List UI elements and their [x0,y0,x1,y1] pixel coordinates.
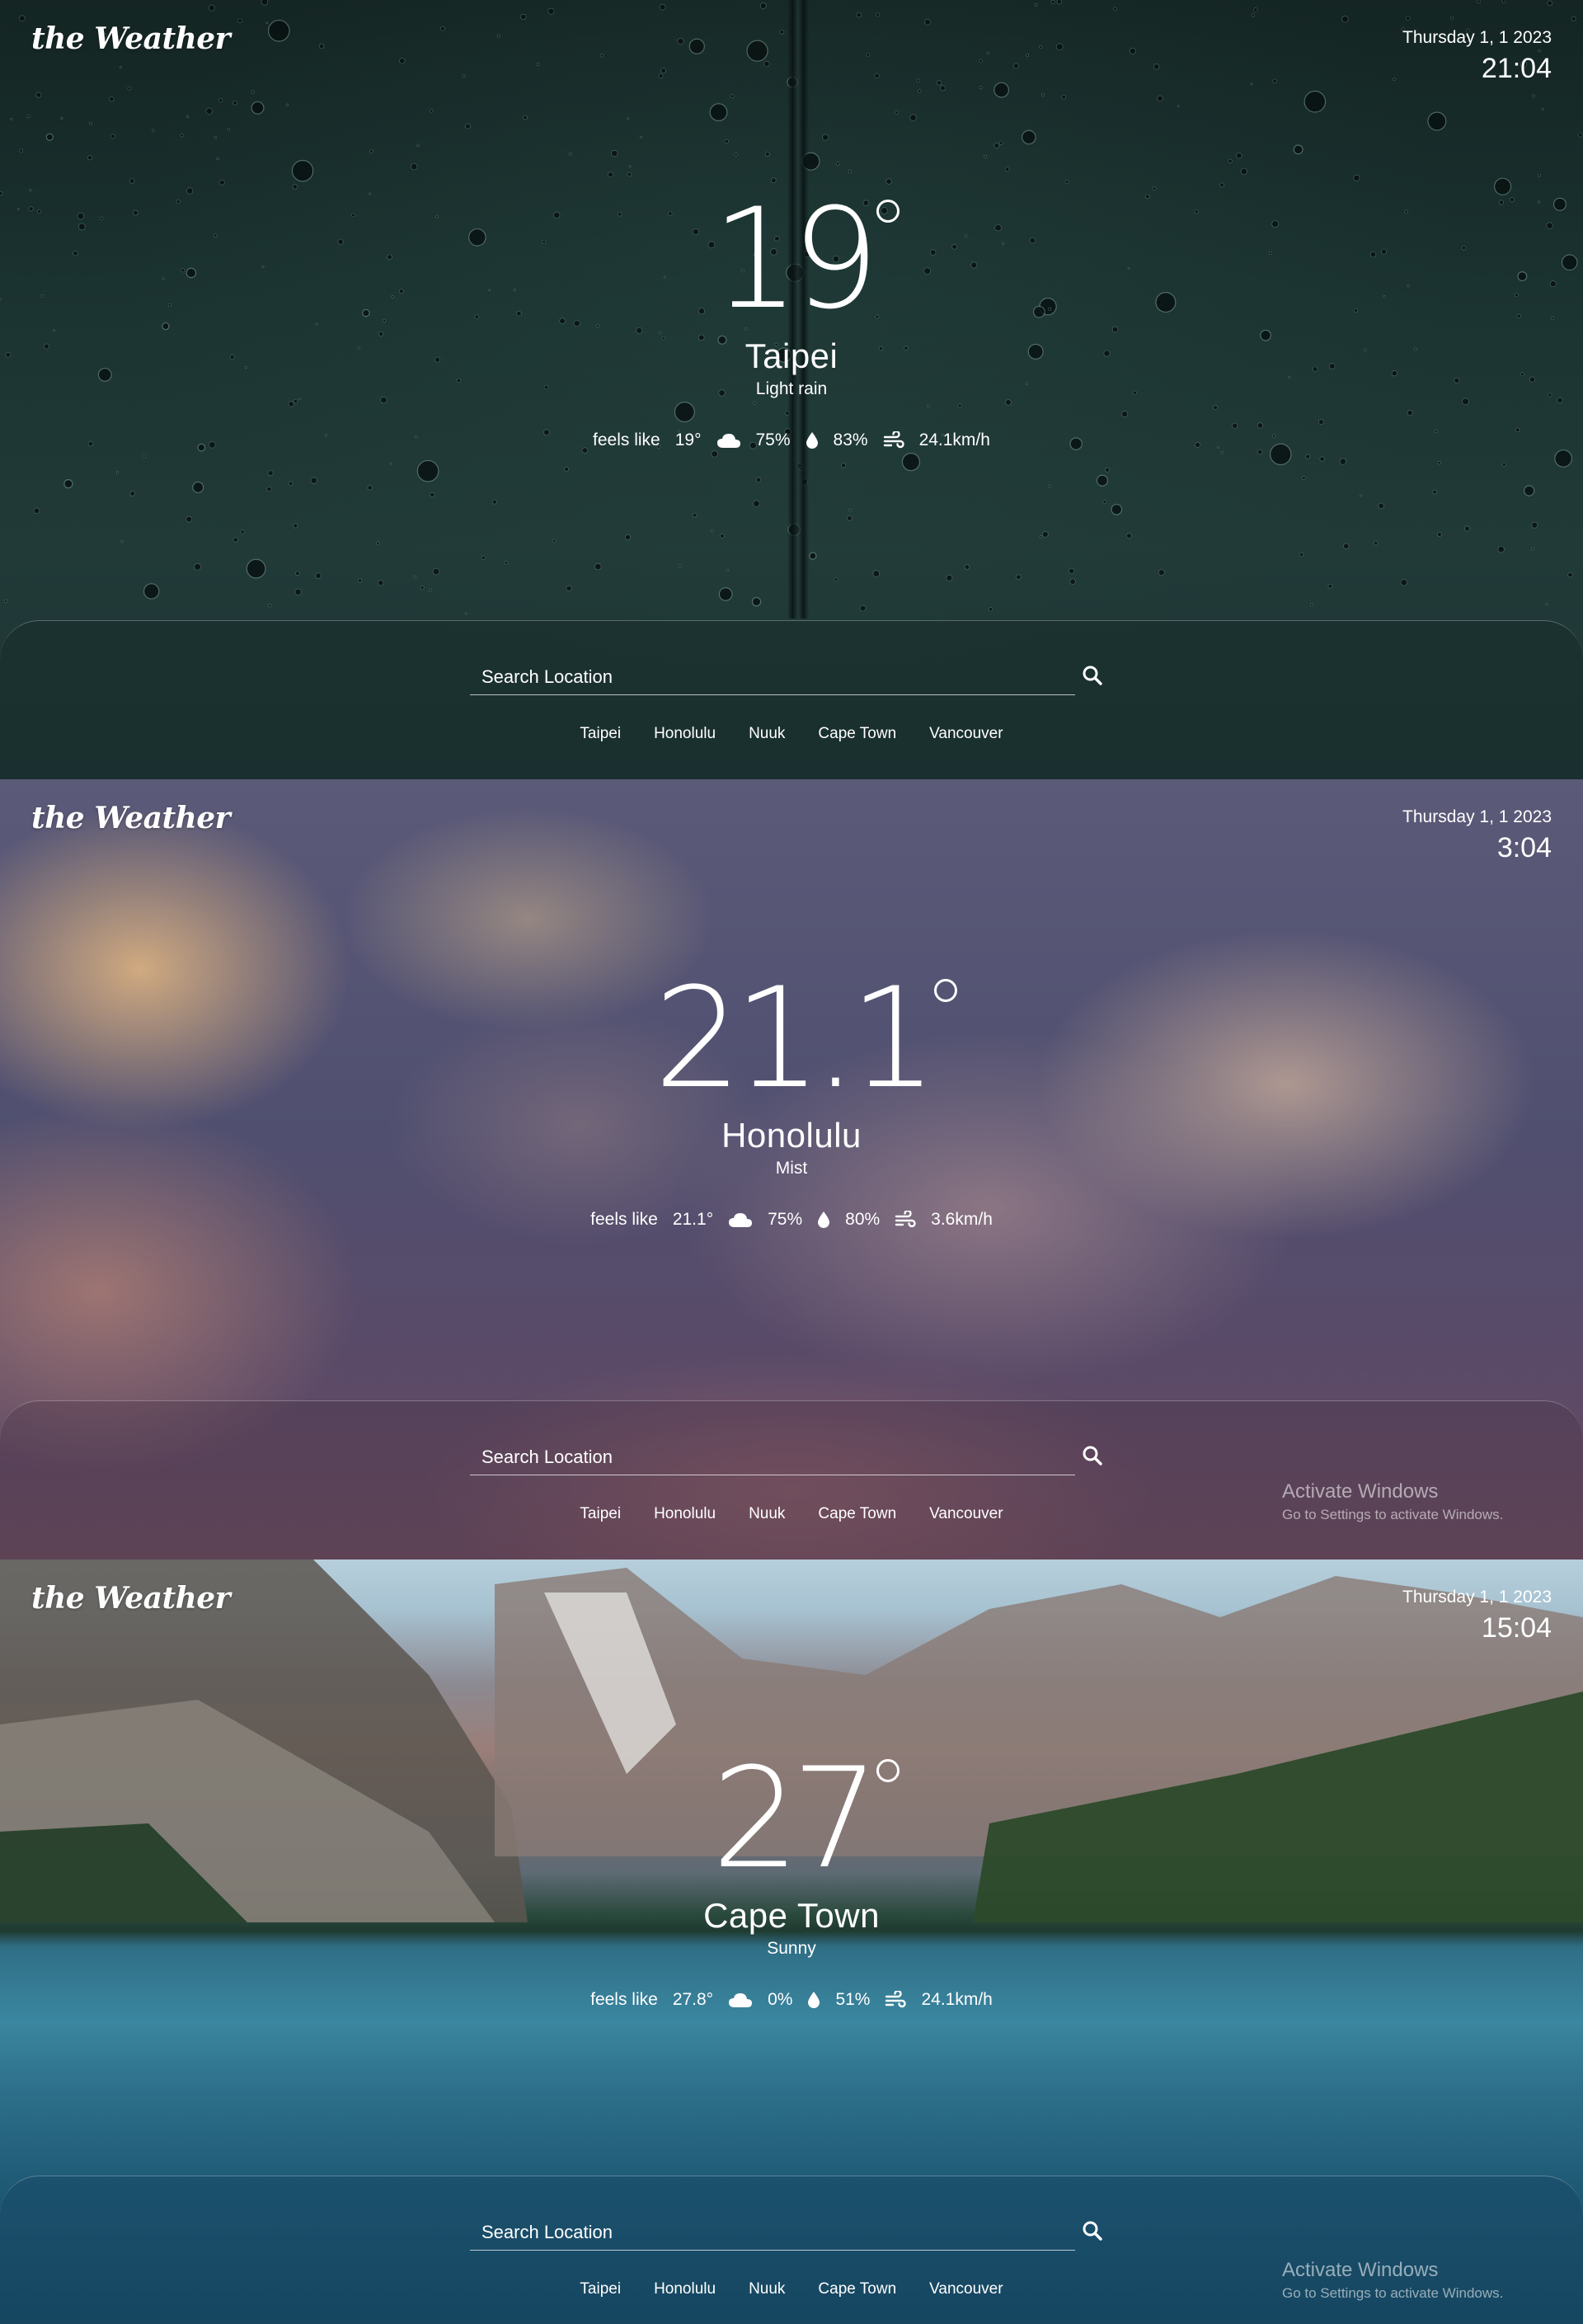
cloudiness-value: 75% [755,430,791,449]
time-label: 3:04 [1496,832,1552,863]
search-bar [470,659,1105,699]
city-link-vancouver[interactable]: Vancouver [929,2280,1003,2298]
city-link-taipei[interactable]: Taipei [580,2280,621,2298]
search-bar [470,1439,1105,1479]
city-link-nuuk[interactable]: Nuuk [749,1505,785,1523]
time-label: 15:04 [1481,1612,1552,1644]
current-weather: 19 Taipei Light rain feels like 19° 75% … [0,190,1583,450]
weather-stats: feels like 21.1° 75% 80% 3.6km/h [590,1210,993,1230]
search-icon [1083,666,1102,685]
search-panel: Taipei Honolulu Nuuk Cape Town Vancouver [0,620,1583,779]
watermark-title: Activate Windows [1282,1480,1439,1503]
wind-icon [885,1991,907,2008]
feels-like-value: 19° [674,430,702,449]
date-label: Thursday 1, 1 2023 [1402,1588,1552,1607]
humidity-value: 51% [835,1990,871,2009]
feels-like-label: feels like [590,1990,658,2009]
watermark-subtitle: Go to Settings to activate Windows. [1282,2285,1504,2301]
weather-condition: Light rain [755,379,828,398]
temperature-value: 19 [712,178,880,340]
search-button[interactable] [1080,1444,1105,1469]
date-label: Thursday 1, 1 2023 [1402,807,1552,826]
city-name: Cape Town [703,1896,880,1935]
weather-stats: feels like 27.8° 0% 51% 24.1km/h [590,1990,993,2010]
city-link-cape-town[interactable]: Cape Town [818,725,896,743]
current-weather: 27 Cape Town Sunny feels like 27.8° 0% 5… [0,1749,1583,2010]
city-link-vancouver[interactable]: Vancouver [929,1505,1003,1523]
water-drop-icon [806,432,818,449]
watermark-subtitle: Go to Settings to activate Windows. [1282,1507,1504,1522]
temperature-value: 21.1 [653,957,937,1119]
wind-icon [895,1211,916,1228]
weather-screen-cape-town: the Weather Thursday 1, 1 2023 15:04 27 … [0,1560,1583,2324]
city-link-cape-town[interactable]: Cape Town [818,2280,896,2298]
water-drop-icon [808,1992,820,2008]
temperature-value: 27 [712,1738,880,1899]
city-link-nuuk[interactable]: Nuuk [749,725,785,743]
humidity-value: 83% [833,430,868,449]
feels-like-value: 27.8° [672,1990,714,2009]
app-logo[interactable]: the Weather [31,21,231,56]
wind-value: 24.1km/h [918,430,990,449]
city-link-honolulu[interactable]: Honolulu [654,1505,716,1523]
search-panel: Taipei Honolulu Nuuk Cape Town Vancouver… [0,2176,1583,2324]
weather-condition: Sunny [767,1939,816,1958]
search-input[interactable] [470,2214,1075,2251]
app-logo[interactable]: the Weather [31,801,231,835]
city-link-nuuk[interactable]: Nuuk [749,2280,785,2298]
cloud-icon [729,1213,753,1227]
humidity-value: 80% [845,1210,881,1229]
city-link-cape-town[interactable]: Cape Town [818,1505,896,1523]
search-icon [1083,1446,1102,1465]
search-input[interactable] [470,1439,1075,1475]
search-button[interactable] [1080,2219,1105,2244]
weather-screen-taipei: the Weather Thursday 1, 1 2023 21:04 19 … [0,0,1583,779]
watermark-title: Activate Windows [1282,2259,1439,2281]
weather-condition: Mist [775,1159,808,1178]
search-icon [1083,2221,1102,2241]
activate-windows-watermark: Activate Windows Go to Settings to activ… [1282,1480,1503,1523]
water-drop-icon [818,1211,830,1228]
city-link-taipei[interactable]: Taipei [580,725,621,743]
cloudiness-value: 75% [768,1210,803,1229]
wind-value: 3.6km/h [931,1210,993,1229]
city-name: Taipei [745,336,838,375]
weather-stats: feels like 19° 75% 83% 24.1km/h [593,430,990,450]
activate-windows-watermark: Activate Windows Go to Settings to activ… [1282,2259,1503,2302]
feels-like-label: feels like [590,1210,658,1229]
city-link-taipei[interactable]: Taipei [580,1505,621,1523]
wind-value: 24.1km/h [921,1990,993,2009]
cloud-icon [716,434,740,448]
city-link-vancouver[interactable]: Vancouver [929,725,1003,743]
datetime: Thursday 1, 1 2023 21:04 [1402,28,1552,85]
city-link-honolulu[interactable]: Honolulu [654,2280,716,2298]
cloud-icon [729,1993,753,2007]
degree-symbol [876,1759,900,1782]
city-link-honolulu[interactable]: Honolulu [654,725,716,743]
quick-city-list: Taipei Honolulu Nuuk Cape Town Vancouver [0,725,1583,743]
cloudiness-value: 0% [768,1990,793,2009]
feels-like-label: feels like [593,430,660,449]
datetime: Thursday 1, 1 2023 3:04 [1402,807,1552,864]
search-bar [470,2214,1105,2254]
wind-icon [883,431,904,449]
degree-symbol [876,200,900,223]
time-label: 21:04 [1481,53,1552,84]
weather-screen-honolulu: the Weather Thursday 1, 1 2023 3:04 21.1… [0,779,1583,1560]
date-label: Thursday 1, 1 2023 [1402,28,1552,47]
search-button[interactable] [1080,664,1105,689]
degree-symbol [934,979,958,1002]
search-input[interactable] [470,659,1075,695]
search-panel: Taipei Honolulu Nuuk Cape Town Vancouver… [0,1400,1583,1560]
city-name: Honolulu [721,1116,862,1155]
feels-like-value: 21.1° [672,1210,714,1229]
app-logo[interactable]: the Weather [31,1581,231,1616]
current-weather: 21.1 Honolulu Mist feels like 21.1° 75% … [0,969,1583,1230]
datetime: Thursday 1, 1 2023 15:04 [1402,1588,1552,1644]
